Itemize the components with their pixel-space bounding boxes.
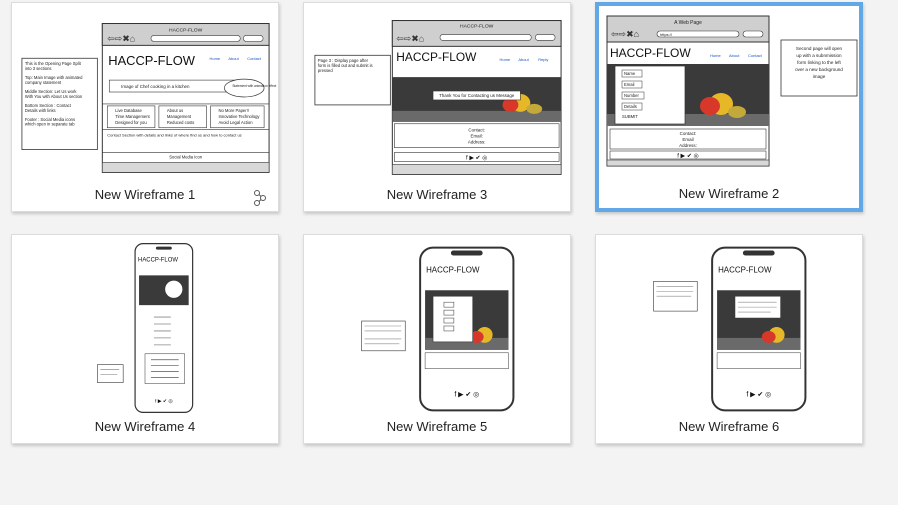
svg-text:into 3 sections: into 3 sections <box>25 66 52 71</box>
svg-text:which open in separate tab: which open in separate tab <box>25 122 75 127</box>
svg-text:HACCP-FLOW: HACCP-FLOW <box>169 27 203 33</box>
wireframe-thumbnail: Page 3 : Display page after form is fill… <box>314 20 562 175</box>
svg-text:Address:: Address: <box>679 143 697 148</box>
svg-text:f ▶ ✔ ◎: f ▶ ✔ ◎ <box>746 391 771 398</box>
svg-text:About: About <box>729 53 740 58</box>
wireframe-name[interactable]: New Wireframe 1 <box>12 187 278 202</box>
svg-text:Reply: Reply <box>538 57 548 62</box>
svg-text:A Web Page: A Web Page <box>674 20 702 26</box>
svg-text:Home: Home <box>710 53 721 58</box>
svg-text:⇦⇨✖⌂: ⇦⇨✖⌂ <box>107 33 135 43</box>
svg-text:Management: Management <box>167 114 192 119</box>
svg-text:Name: Name <box>624 71 636 76</box>
share-icon[interactable] <box>253 190 267 206</box>
wireframe-card-3[interactable]: Page 3 : Display page after form is fill… <box>303 2 571 212</box>
svg-text:over a new background: over a new background <box>795 67 843 72</box>
svg-text:HACCP-FLOW: HACCP-FLOW <box>610 46 691 60</box>
svg-text:Address:: Address: <box>468 140 486 145</box>
svg-text:About us: About us <box>167 108 183 113</box>
wireframe-name[interactable]: New Wireframe 2 <box>599 186 859 201</box>
svg-text:form linking to the left: form linking to the left <box>797 60 841 65</box>
wireframe-thumbnail: This is the Opening Page Split into 3 se… <box>21 23 276 173</box>
svg-text:f ▶ ✔ ◎: f ▶ ✔ ◎ <box>466 155 487 161</box>
svg-text:Home: Home <box>500 57 511 62</box>
svg-text:Reduced costs: Reduced costs <box>167 120 195 125</box>
wireframe-card-2[interactable]: A Web Page ⇦⇨✖⌂ https:// HACCP-FLOW Home… <box>595 2 863 212</box>
wireframe-thumbnail: HACCP-FLOW f ▶ ✔ ◎ <box>653 246 807 412</box>
wireframe-name[interactable]: New Wireframe 3 <box>304 187 570 202</box>
svg-text:Contact: Contact <box>748 53 763 58</box>
svg-text:Details: Details <box>624 104 637 109</box>
svg-text:⇦⇨✖⌂: ⇦⇨✖⌂ <box>611 29 639 39</box>
svg-text:Second page will open: Second page will open <box>796 46 843 51</box>
svg-text:No More Paper!!: No More Paper!! <box>218 108 249 113</box>
svg-text:Details with links: Details with links <box>25 108 56 113</box>
svg-text:Home: Home <box>210 56 221 61</box>
svg-text:Innovative Technology: Innovative Technology <box>218 114 260 119</box>
svg-text:Number: Number <box>624 93 639 98</box>
svg-text:Email: Email <box>682 137 693 142</box>
wireframe-card-6[interactable]: HACCP-FLOW f ▶ ✔ ◎ New Wireframe 6 <box>595 234 863 444</box>
svg-text:Statement with animation effec: Statement with animation effect <box>232 84 276 88</box>
svg-text:HACCP-FLOW: HACCP-FLOW <box>718 265 772 274</box>
svg-text:About: About <box>228 56 239 61</box>
svg-text:HACCP-FLOW: HACCP-FLOW <box>396 50 477 64</box>
wireframe-name[interactable]: New Wireframe 5 <box>304 419 570 434</box>
svg-text:Email: Email <box>624 82 635 87</box>
svg-text:f ▶ ✔ ◎: f ▶ ✔ ◎ <box>155 398 173 404</box>
svg-text:Contact: Contact <box>247 56 262 61</box>
svg-text:About: About <box>518 57 529 62</box>
wireframe-card-4[interactable]: HACCP-FLOW f ▶ ✔ ◎ New Wireframe 4 <box>11 234 279 444</box>
svg-text:f ▶ ✔ ◎: f ▶ ✔ ◎ <box>677 154 699 160</box>
svg-text:Contact:: Contact: <box>680 131 697 136</box>
wireframe-thumbnail: A Web Page ⇦⇨✖⌂ https:// HACCP-FLOW Home… <box>606 15 858 167</box>
svg-text:https://: https:// <box>660 32 673 37</box>
svg-text:With You with About Us section: With You with About Us section <box>25 94 83 99</box>
svg-text:⇦⇨✖⌂: ⇦⇨✖⌂ <box>396 33 424 43</box>
svg-text:HACCP-FLOW: HACCP-FLOW <box>460 23 494 29</box>
svg-text:Thank You for Contacting us Me: Thank You for Contacting us Message <box>439 93 515 98</box>
wireframe-thumbnail: HACCP-FLOW f ▶ ✔ ◎ <box>361 246 515 412</box>
svg-text:pressed: pressed <box>318 68 333 73</box>
wireframe-thumbnail: HACCP-FLOW f ▶ ✔ ◎ <box>97 243 194 413</box>
wireframe-card-5[interactable]: HACCP-FLOW f ▶ ✔ ◎ New Wireframe 5 <box>303 234 571 444</box>
svg-text:SUBMIT: SUBMIT <box>622 114 638 119</box>
svg-text:Time Management: Time Management <box>115 114 150 119</box>
wireframe-card-1[interactable]: This is the Opening Page Split into 3 se… <box>11 2 279 212</box>
svg-text:HACCP-FLOW: HACCP-FLOW <box>108 53 195 68</box>
wireframe-name[interactable]: New Wireframe 4 <box>12 419 278 434</box>
svg-text:Designed for you: Designed for you <box>115 120 147 125</box>
svg-text:HACCP-FLOW: HACCP-FLOW <box>138 257 178 263</box>
wireframe-name[interactable]: New Wireframe 6 <box>596 419 862 434</box>
svg-text:Image of Chef cooking in a kit: Image of Chef cooking in a kitchen <box>121 84 190 89</box>
svg-text:Social Media Icon: Social Media Icon <box>169 155 202 160</box>
svg-text:f ▶ ✔ ◎: f ▶ ✔ ◎ <box>454 391 479 398</box>
svg-text:Avoid Legal Action: Avoid Legal Action <box>218 120 253 125</box>
svg-text:Contact Section with details a: Contact Section with details and links o… <box>107 133 241 138</box>
svg-text:image: image <box>813 74 826 79</box>
svg-text:HACCP-FLOW: HACCP-FLOW <box>426 265 480 274</box>
svg-text:Live Database: Live Database <box>115 108 142 113</box>
svg-text:up with a subnmission: up with a subnmission <box>796 53 842 58</box>
svg-text:Contact:: Contact: <box>468 128 485 133</box>
svg-text:company statement: company statement <box>25 80 62 85</box>
svg-text:Email:: Email: <box>471 134 483 139</box>
